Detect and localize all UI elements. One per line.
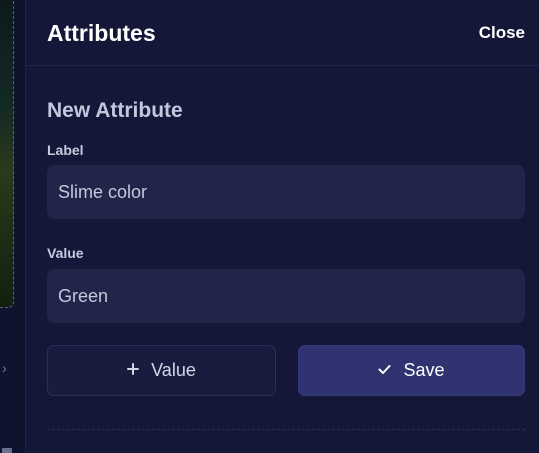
attributes-panel: Attributes Close New Attribute Label Val… <box>26 0 539 453</box>
toolbar-glyph-icon-svg <box>2 448 12 453</box>
divider <box>47 429 525 430</box>
plus-icon <box>127 362 140 380</box>
section-title: New Attribute <box>47 99 183 122</box>
add-value-label: Value <box>151 360 196 380</box>
label-input[interactable] <box>47 165 525 219</box>
check-icon <box>378 362 391 380</box>
value-input[interactable] <box>47 269 525 323</box>
toolbar-glyph-icon <box>1 440 13 453</box>
close-button[interactable]: Close <box>479 23 525 43</box>
chevron-right-icon[interactable]: › <box>2 360 7 376</box>
add-value-button[interactable]: Value <box>47 345 276 396</box>
panel-title: Attributes <box>47 20 156 46</box>
left-preview-strip: › <box>0 0 26 453</box>
value-field-label: Value <box>47 245 84 261</box>
image-thumbnail[interactable] <box>0 0 14 308</box>
check-icon-svg <box>378 364 391 374</box>
save-label: Save <box>403 360 445 380</box>
plus-icon-svg <box>127 362 140 375</box>
label-field-label: Label <box>47 142 84 158</box>
save-button[interactable]: Save <box>298 345 525 396</box>
panel-header: Attributes Close <box>26 0 539 66</box>
app-window: › Attributes Close New Attribute Label V… <box>0 0 539 453</box>
